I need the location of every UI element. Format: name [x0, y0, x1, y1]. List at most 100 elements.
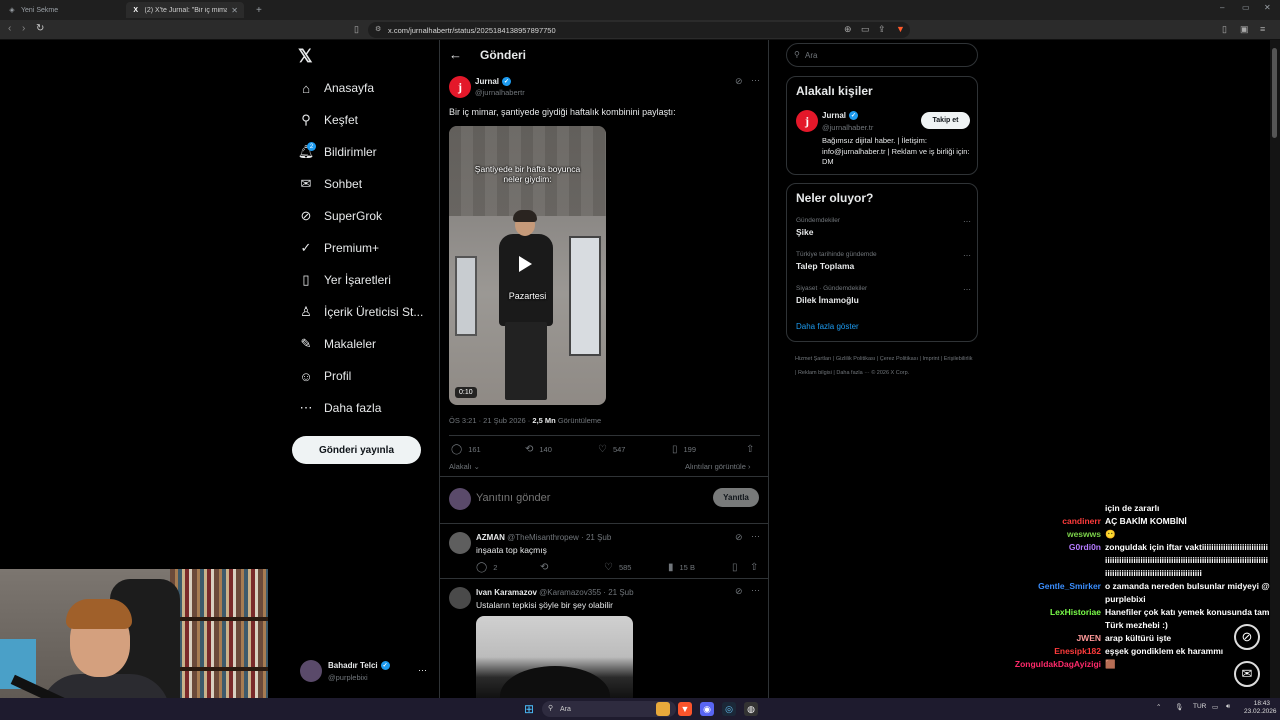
close-window-button[interactable]: ✕ [1264, 3, 1271, 12]
chat-messages-button[interactable]: ✉ [1234, 661, 1260, 687]
nav-premium[interactable]: ✓ Premium+ [298, 236, 379, 260]
obs-icon[interactable]: ◍ [744, 702, 758, 716]
chat-username[interactable]: LexHistoriae [1010, 606, 1105, 632]
bookmark-page-icon[interactable]: ▯ [354, 24, 359, 35]
reply-more-icon[interactable]: ⋯ [751, 585, 760, 596]
back-arrow-icon[interactable]: ← [449, 47, 462, 62]
reply-author[interactable]: Ivan Karamazov [476, 588, 537, 597]
volume-icon[interactable]: 🔊︎ [1226, 703, 1230, 711]
show-more-link[interactable]: Daha fazla göster [796, 322, 859, 331]
tweet-video[interactable]: Şantiyede bir hafta boyunca neler giydim… [449, 126, 606, 405]
chat-username[interactable]: G0rdi0n [1010, 541, 1105, 580]
share-icon[interactable]: ⇪ [878, 24, 886, 35]
search-box[interactable]: ⚲ Ara [786, 43, 978, 67]
chat-username[interactable]: JWEN [1010, 632, 1105, 645]
back-icon[interactable]: ‹ [8, 23, 11, 34]
reply-submit-button[interactable]: Yanıtla [713, 488, 759, 507]
chat-username[interactable]: Gentle_Smirker [1010, 580, 1105, 606]
reply-author[interactable]: AZMAN [476, 533, 505, 542]
reply-handle[interactable]: @Karamazov355 · 21 Şub [539, 588, 633, 597]
nav-messages[interactable]: ✉ Sohbet [298, 172, 363, 196]
steam-icon[interactable]: ◎ [722, 702, 736, 716]
footer-links[interactable]: Hizmet Şartları | Gizlilik Politikası | … [795, 352, 975, 380]
site-info-icon[interactable]: ⚙ [375, 25, 381, 33]
nav-notifications[interactable]: 🔔︎ 2 Bildirimler [298, 140, 377, 164]
tweet-timestamp[interactable]: ÖS 3:21 · 21 Şub 2026 · [449, 416, 530, 425]
play-icon[interactable] [519, 256, 532, 272]
nav-supergrok[interactable]: ⊘ SuperGrok [298, 204, 382, 228]
reply-share-button[interactable]: ⇧ [750, 562, 764, 573]
tab-new-tab[interactable]: ◈ Yeni Sekme [2, 2, 122, 18]
reload-icon[interactable]: ↻ [36, 23, 44, 34]
reply-bookmark-button[interactable]: ▯ [732, 562, 744, 573]
chat-username[interactable] [1010, 502, 1105, 515]
new-tab-button[interactable]: + [250, 2, 264, 18]
follow-button[interactable]: Takip et [921, 112, 970, 129]
brave-shield-icon[interactable]: ▼ [896, 24, 905, 34]
close-tab-icon[interactable]: ✕ [227, 6, 238, 15]
like-button[interactable]: ♡ 547 [598, 444, 625, 455]
share-button[interactable]: ⇧ [746, 444, 760, 455]
reply-button[interactable]: ◯ 161 [451, 444, 481, 455]
zoom-icon[interactable]: ⊕ [844, 24, 852, 35]
forward-icon[interactable]: › [22, 23, 25, 34]
nav-more[interactable]: ⋯ Daha fazla [298, 396, 382, 420]
cast-icon[interactable]: ▭ [861, 24, 870, 35]
reply-handle[interactable]: @TheMisanthropew · 21 Şub [507, 533, 611, 542]
chat-grok-button[interactable]: ⊘ [1234, 624, 1260, 650]
chat-username[interactable]: candinerr [1010, 515, 1105, 528]
nav-bookmarks[interactable]: ▯ Yer İşaretleri [298, 268, 391, 292]
view-quotes-link[interactable]: Alıntıları görüntüle › [685, 462, 750, 471]
reply-avatar[interactable] [449, 532, 471, 554]
scrollbar-thumb[interactable] [1272, 48, 1277, 138]
account-more-icon[interactable]: ⋯ [418, 665, 427, 676]
grok-explain-icon[interactable]: ⊘ [735, 586, 743, 597]
chat-username[interactable]: ZonguldakDagAyizigi [1010, 658, 1105, 671]
windows-start-icon[interactable]: ⊞ [522, 702, 536, 716]
brave-browser-icon[interactable]: ▼ [678, 702, 692, 716]
author-name[interactable]: Jurnal [475, 77, 499, 86]
author-avatar[interactable]: j [449, 76, 471, 98]
input-language[interactable]: TUR [1193, 703, 1206, 710]
suggested-name[interactable]: Jurnal [822, 111, 846, 120]
menu-icon[interactable]: ≡ [1260, 24, 1265, 34]
clock[interactable]: 18:43 23.02.2026 [1244, 700, 1277, 716]
microphone-icon[interactable]: 🎙︎ [1175, 703, 1183, 711]
repost-button[interactable]: ⟲ 140 [525, 444, 552, 455]
trend-item[interactable]: Türkiye tarihinde gündemde Talep Toplama… [796, 251, 971, 271]
x-logo-icon[interactable]: 𝕏 [298, 46, 313, 67]
reply-views-button[interactable]: ▮ 15 B [668, 562, 695, 573]
reply-avatar[interactable] [449, 587, 471, 609]
account-switcher[interactable]: Bahadır Telci ✓ @purplebixi ⋯ [300, 659, 432, 685]
nav-home[interactable]: ⌂ Anasayfa [298, 76, 374, 100]
trend-more-icon[interactable]: ⋯ [963, 285, 971, 294]
url-field[interactable]: ⚙ x.com/jurnalhabertr/status/20251841389… [368, 22, 910, 38]
reply-more-icon[interactable]: ⋯ [751, 531, 760, 542]
bookmark-button[interactable]: ▯ 199 [672, 444, 696, 455]
reply-reply-button[interactable]: ◯ 2 [476, 562, 497, 573]
maximize-button[interactable]: ▭ [1242, 3, 1250, 12]
trend-more-icon[interactable]: ⋯ [963, 251, 971, 260]
author-handle[interactable]: @jurnalhabertr [475, 88, 525, 97]
trend-item[interactable]: Gündemdekiler Şike ⋯ [796, 217, 971, 237]
tray-chevron-icon[interactable]: ⌃ [1156, 703, 1161, 711]
network-icon[interactable]: ▭ [1212, 703, 1218, 711]
reply-input[interactable] [476, 489, 696, 507]
nav-articles[interactable]: ✎ Makaleler [298, 332, 376, 356]
tab-x-post[interactable]: X (2) X'te Jurnal: "Bir iç mimar, şan...… [126, 2, 244, 18]
file-explorer-icon[interactable] [656, 702, 670, 716]
nav-explore[interactable]: ⚲ Keşfet [298, 108, 358, 132]
chat-username[interactable]: weswws [1010, 528, 1105, 541]
suggested-avatar[interactable]: j [796, 110, 818, 132]
nav-profile[interactable]: ☺ Profil [298, 364, 351, 388]
sidebar-toggle-icon[interactable]: ▯ [1222, 24, 1227, 35]
trend-item[interactable]: Siyaset · Gündemdekiler Dilek İmamoğlu ⋯ [796, 285, 971, 305]
suggested-handle[interactable]: @jurnalhaber.tr [822, 123, 873, 132]
nav-creator-studio[interactable]: ♙ İçerik Üreticisi St... [298, 300, 423, 324]
reply-image[interactable] [476, 616, 633, 698]
tweet-more-icon[interactable]: ⋯ [751, 75, 760, 86]
related-toggle[interactable]: Alakalı ⌄ [449, 462, 480, 471]
post-button[interactable]: Gönderi yayınla [292, 436, 421, 464]
discord-icon[interactable]: ◉ [700, 702, 714, 716]
grok-explain-icon[interactable]: ⊘ [735, 532, 743, 543]
